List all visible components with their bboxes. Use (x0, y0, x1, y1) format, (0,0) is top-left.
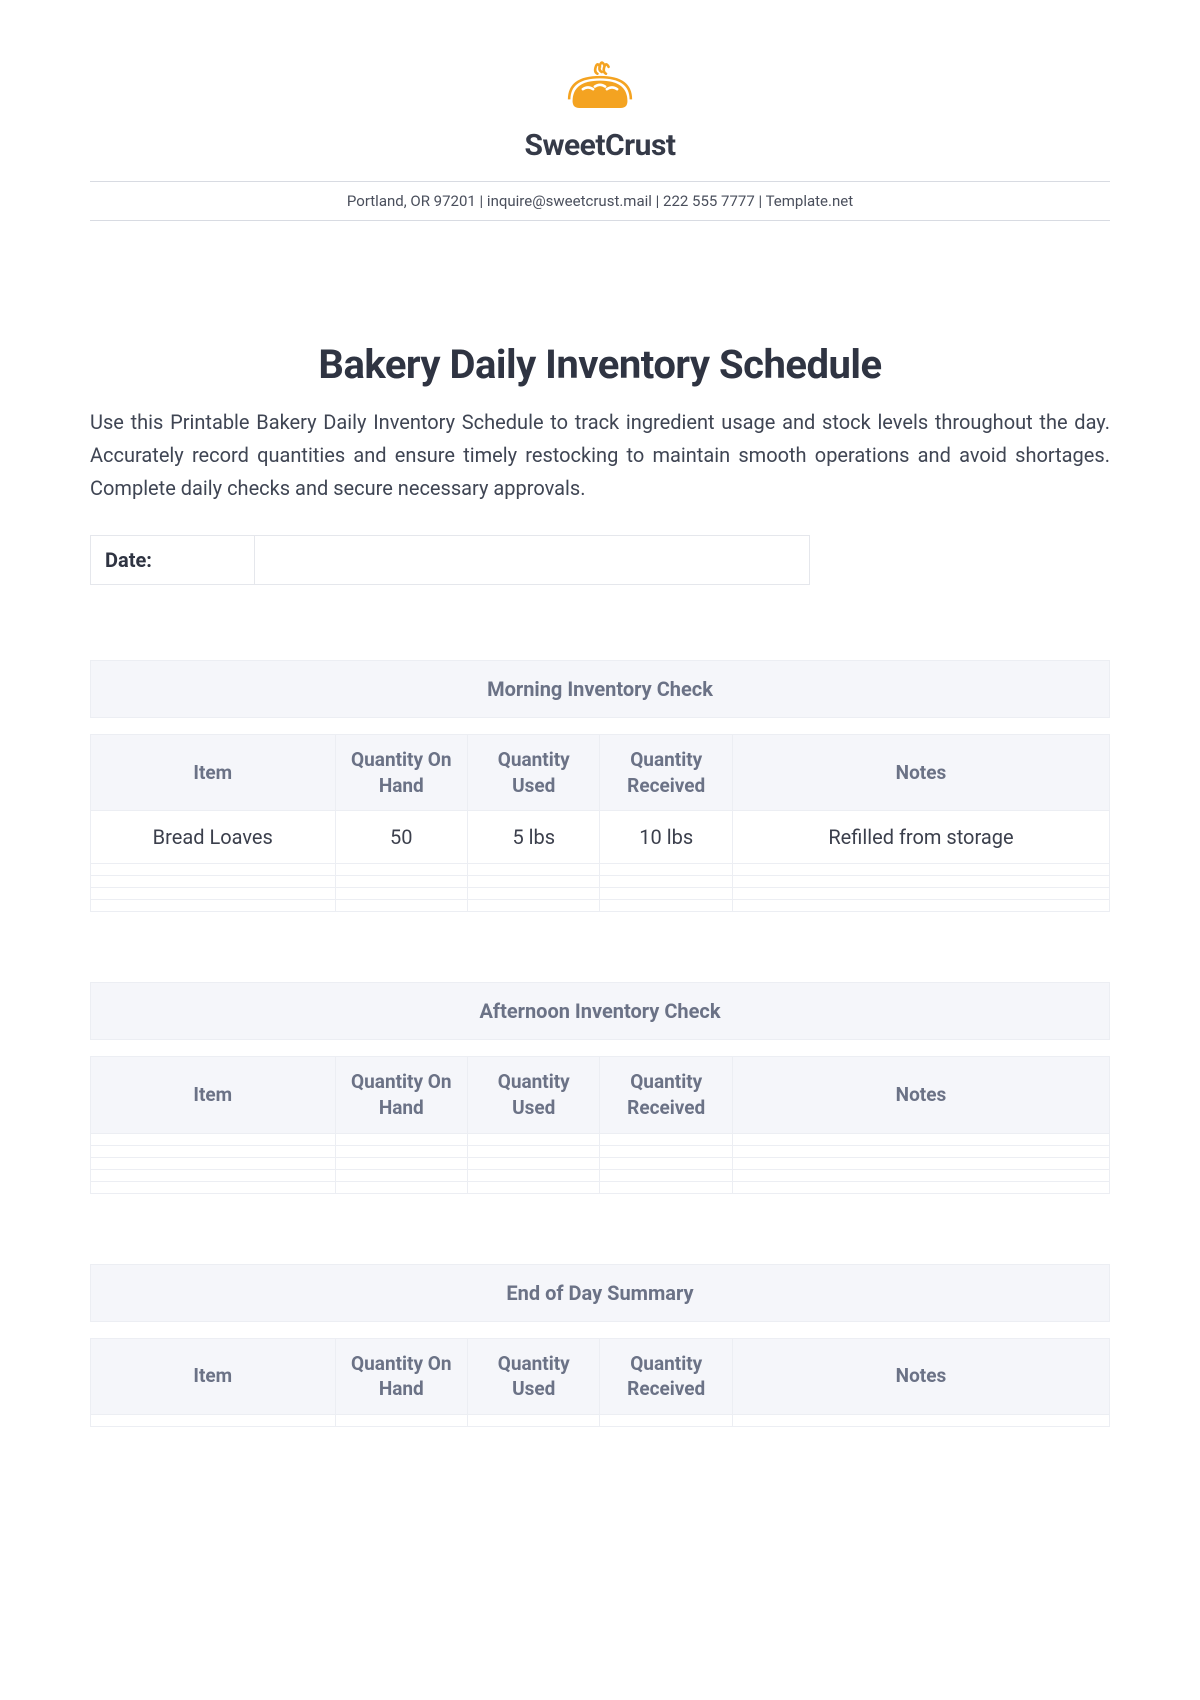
table-row (91, 1133, 1110, 1145)
table-row: Bread Loaves 50 5 lbs 10 lbs Refilled fr… (91, 811, 1110, 864)
afternoon-table: Item Quantity On Hand Quantity Used Quan… (90, 1056, 1110, 1193)
section-title-afternoon: Afternoon Inventory Check (90, 982, 1110, 1040)
cell-received[interactable]: 10 lbs (600, 811, 732, 864)
intro-paragraph: Use this Printable Bakery Daily Inventor… (90, 406, 1110, 505)
col-item: Item (91, 735, 336, 811)
section-title-eod: End of Day Summary (90, 1264, 1110, 1322)
cell-notes[interactable]: Refilled from storage (732, 811, 1109, 864)
col-notes: Notes (732, 1057, 1109, 1133)
table-row (91, 888, 1110, 900)
col-notes: Notes (732, 1338, 1109, 1414)
cell-used[interactable]: 5 lbs (468, 811, 600, 864)
col-on-hand: Quantity On Hand (335, 735, 467, 811)
contact-line: Portland, OR 97201 | inquire@sweetcrust.… (90, 192, 1110, 210)
table-row (91, 876, 1110, 888)
col-used: Quantity Used (468, 1057, 600, 1133)
col-on-hand: Quantity On Hand (335, 1057, 467, 1133)
divider (90, 220, 1110, 221)
cell-item[interactable]: Bread Loaves (91, 811, 336, 864)
date-field-row: Date: (90, 535, 810, 585)
divider (90, 181, 1110, 182)
table-row (91, 1157, 1110, 1169)
col-used: Quantity Used (468, 1338, 600, 1414)
col-used: Quantity Used (468, 735, 600, 811)
section-title-morning: Morning Inventory Check (90, 660, 1110, 718)
col-on-hand: Quantity On Hand (335, 1338, 467, 1414)
page-title: Bakery Daily Inventory Schedule (90, 341, 1110, 388)
col-notes: Notes (732, 735, 1109, 811)
bread-icon (555, 60, 645, 120)
table-row (91, 1414, 1110, 1426)
brand-name: SweetCrust (524, 128, 675, 163)
table-row (91, 1169, 1110, 1181)
table-row (91, 900, 1110, 912)
brand-logo: SweetCrust (524, 60, 675, 163)
eod-table: Item Quantity On Hand Quantity Used Quan… (90, 1338, 1110, 1427)
header: SweetCrust Portland, OR 97201 | inquire@… (90, 60, 1110, 221)
table-row (91, 864, 1110, 876)
morning-table: Item Quantity On Hand Quantity Used Quan… (90, 734, 1110, 912)
col-received: Quantity Received (600, 1057, 732, 1133)
cell-on-hand[interactable]: 50 (335, 811, 467, 864)
date-input[interactable] (255, 535, 810, 585)
table-row (91, 1181, 1110, 1193)
table-row (91, 1145, 1110, 1157)
col-item: Item (91, 1338, 336, 1414)
col-received: Quantity Received (600, 1338, 732, 1414)
col-item: Item (91, 1057, 336, 1133)
col-received: Quantity Received (600, 735, 732, 811)
date-label: Date: (90, 535, 255, 585)
